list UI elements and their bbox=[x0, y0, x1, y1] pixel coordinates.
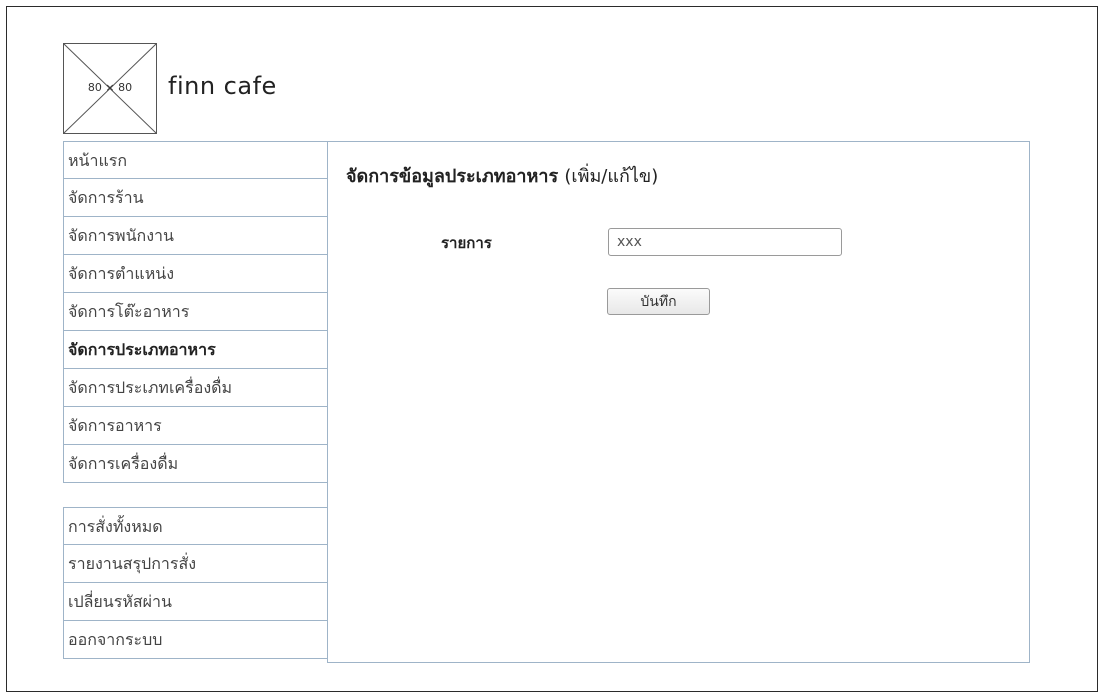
sidebar-item-change-password[interactable]: เปลี่ยนรหัสผ่าน bbox=[63, 583, 328, 621]
sidebar-item-manage-food-category[interactable]: จัดการประเภทอาหาร bbox=[63, 331, 328, 369]
content-panel: จัดการข้อมูลประเภทอาหาร (เพิ่ม/แก้ไข) รา… bbox=[327, 141, 1030, 663]
sidebar-item-order-report[interactable]: รายงานสรุปการสั่ง bbox=[63, 545, 328, 583]
brand-name: finn cafe bbox=[168, 72, 277, 100]
sidebar-secondary-menu: การสั่งทั้งหมด รายงานสรุปการสั่ง เปลี่ยน… bbox=[63, 507, 328, 659]
sidebar-item-manage-staff[interactable]: จัดการพนักงาน bbox=[63, 217, 328, 255]
page-title-suffix: (เพิ่ม/แก้ไข) bbox=[564, 166, 659, 187]
sidebar-item-home[interactable]: หน้าแรก bbox=[63, 141, 328, 179]
page-title-text: จัดการข้อมูลประเภทอาหาร bbox=[346, 166, 559, 187]
sidebar-item-manage-drink-category[interactable]: จัดการประเภทเครื่องดื่ม bbox=[63, 369, 328, 407]
save-button[interactable]: บันทึก bbox=[607, 288, 710, 315]
item-field-label: รายการ bbox=[441, 234, 492, 252]
logo-size-label: 80 × 80 bbox=[87, 81, 133, 94]
sidebar-item-manage-food[interactable]: จัดการอาหาร bbox=[63, 407, 328, 445]
sidebar-item-manage-position[interactable]: จัดการตำแหน่ง bbox=[63, 255, 328, 293]
sidebar-item-manage-drinks[interactable]: จัดการเครื่องดื่ม bbox=[63, 445, 328, 483]
sidebar-item-logout[interactable]: ออกจากระบบ bbox=[63, 621, 328, 659]
sidebar-main-menu: หน้าแรก จัดการร้าน จัดการพนักงาน จัดการต… bbox=[63, 141, 328, 483]
sidebar-item-manage-shop[interactable]: จัดการร้าน bbox=[63, 179, 328, 217]
sidebar-item-manage-tables[interactable]: จัดการโต๊ะอาหาร bbox=[63, 293, 328, 331]
page-title: จัดการข้อมูลประเภทอาหาร (เพิ่ม/แก้ไข) bbox=[346, 161, 658, 190]
item-input[interactable] bbox=[608, 228, 842, 256]
logo-placeholder: 80 × 80 bbox=[63, 43, 157, 134]
sidebar-item-all-orders[interactable]: การสั่งทั้งหมด bbox=[63, 507, 328, 545]
